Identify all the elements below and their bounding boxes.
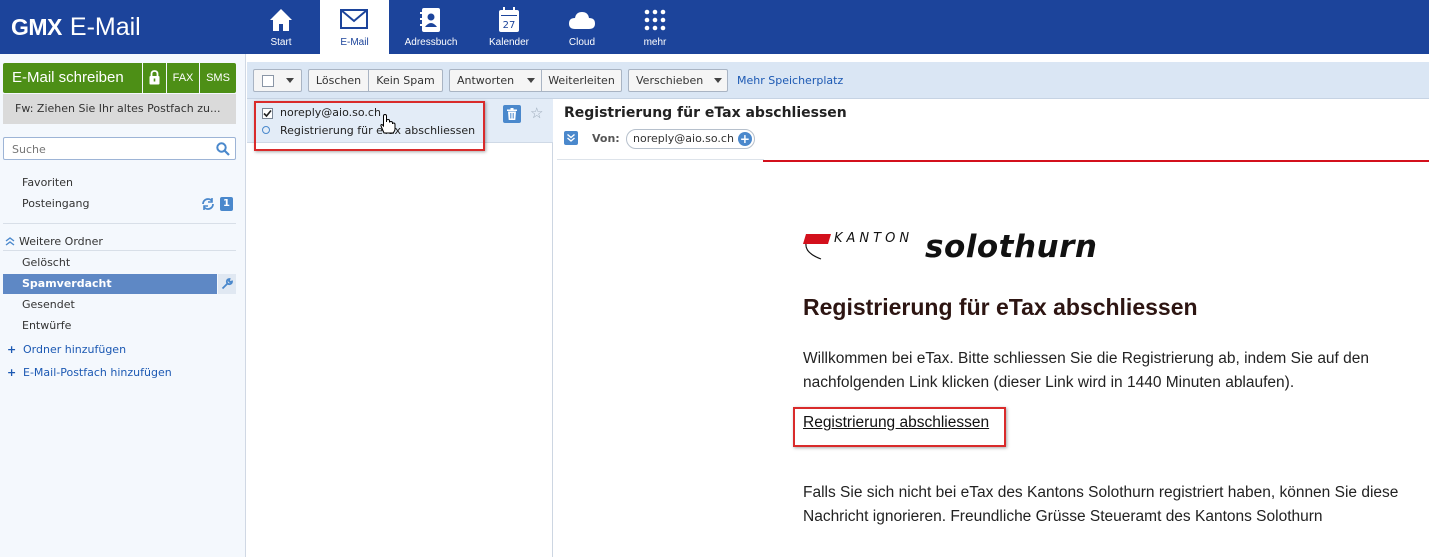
message-list: noreply@aio.so.ch Registrierung für eTax…: [247, 99, 553, 557]
sidebar-item-spamverdacht[interactable]: Spamverdacht: [3, 274, 217, 294]
reading-subject: Registrierung für eTax abschliessen: [564, 105, 847, 121]
double-chevron-down-icon: [567, 134, 575, 142]
divider: [3, 250, 236, 251]
highlight-box-link: [793, 407, 1006, 447]
move-label: Verschieben: [636, 74, 704, 87]
gmx-logo[interactable]: GMX E-Mail: [11, 12, 141, 45]
divider: [3, 223, 236, 224]
add-folder-link[interactable]: + Ordner hinzufügen: [7, 343, 126, 356]
solothurn-logo-icon: [803, 234, 831, 260]
lock-icon: [149, 70, 160, 85]
sidebar-item-posteingang[interactable]: Posteingang: [22, 197, 90, 210]
search-icon[interactable]: [216, 142, 230, 156]
add-mailbox-label: E-Mail-Postfach hinzufügen: [23, 366, 172, 379]
more-storage-link[interactable]: Mehr Speicherplatz: [737, 74, 843, 87]
divider: [557, 159, 764, 160]
sidebar-item-favoriten[interactable]: Favoriten: [22, 176, 73, 189]
weitere-ordner-label: Weitere Ordner: [19, 235, 103, 248]
product-name: E-Mail: [69, 13, 141, 41]
select-all-checkbox[interactable]: [262, 75, 274, 87]
not-spam-button[interactable]: Kein Spam: [369, 70, 442, 91]
cloud-icon: [569, 12, 595, 29]
grid-icon: [644, 9, 666, 31]
plus-icon: +: [7, 343, 17, 356]
add-folder-label: Ordner hinzufügen: [23, 343, 127, 356]
sms-button[interactable]: SMS: [200, 63, 236, 93]
addressbook-icon: [420, 8, 440, 32]
email-title: Registrierung für eTax abschliessen: [803, 294, 1198, 320]
move-dropdown[interactable]: Verschieben: [628, 69, 728, 92]
highlight-box-message: [254, 101, 485, 151]
delete-message-button[interactable]: [503, 105, 521, 123]
email-intro: Willkommen bei eTax. Bitte schliessen Si…: [803, 350, 1370, 391]
logo-kanton-text: KANTON: [834, 231, 914, 246]
top-bar: GMX E-Mail Start E-Mail Adressbuch 27 Kal…: [0, 0, 1429, 55]
calendar-day: 27: [503, 20, 516, 31]
select-all-dropdown[interactable]: [253, 69, 302, 92]
trash-icon: [507, 108, 517, 120]
plus-icon: +: [7, 366, 17, 379]
brand-name: GMX: [11, 14, 62, 40]
nav-cloud-label: Cloud: [568, 37, 596, 48]
sidebar-item-geloescht[interactable]: Gelöscht: [22, 256, 70, 269]
nav-mehr-label: mehr: [643, 37, 667, 48]
chevron-down-icon: [714, 78, 722, 83]
star-icon[interactable]: ☆: [530, 104, 543, 122]
left-sidebar: E-Mail schreiben FAX SMS Fw: Ziehen Sie …: [0, 54, 246, 557]
nav-adressbuch-label: Adressbuch: [404, 37, 458, 48]
nav-kalender[interactable]: 27 Kalender: [470, 0, 548, 54]
email-footer: Falls Sie sich nicht bei eTax des Kanton…: [803, 484, 1399, 525]
von-label: Von:: [592, 132, 620, 145]
delete-button[interactable]: Löschen: [309, 70, 368, 91]
expand-header-button[interactable]: [564, 131, 578, 145]
search-input[interactable]: [4, 139, 204, 160]
nav-start-label: Start: [270, 37, 292, 48]
chevron-down-icon: [286, 78, 294, 83]
wrench-icon: [221, 278, 233, 290]
search-box[interactable]: [3, 137, 236, 160]
refresh-icon[interactable]: [201, 197, 215, 211]
nav-email[interactable]: E-Mail: [320, 0, 389, 55]
nav-mehr[interactable]: mehr: [616, 0, 694, 54]
collapse-chevron-icon: [5, 237, 15, 246]
nav-adressbuch[interactable]: Adressbuch: [392, 0, 470, 54]
calendar-icon: 27: [499, 7, 519, 32]
reply-button[interactable]: Antworten: [450, 70, 526, 91]
sender-address: noreply@aio.so.ch: [633, 132, 734, 145]
forward-button[interactable]: Weiterleiten: [542, 70, 621, 91]
sidebar-item-entwuerfe[interactable]: Entwürfe: [22, 319, 71, 332]
chevron-down-icon[interactable]: [527, 78, 535, 83]
add-mailbox-link[interactable]: + E-Mail-Postfach hinzufügen: [7, 366, 172, 379]
fax-button[interactable]: FAX: [167, 63, 199, 93]
unread-count-badge: 1: [220, 197, 233, 211]
secure-mail-button[interactable]: [143, 63, 166, 93]
draft-notice[interactable]: Fw: Ziehen Sie Ihr altes Postfach zu...: [3, 94, 236, 124]
nav-start[interactable]: Start: [242, 0, 320, 54]
nav-email-label: E-Mail: [340, 37, 369, 48]
folder-settings-button[interactable]: [218, 274, 236, 294]
sidebar-item-gesendet[interactable]: Gesendet: [22, 298, 75, 311]
reply-forward-group: Antworten Weiterleiten: [449, 69, 622, 92]
weitere-ordner-toggle[interactable]: Weitere Ordner: [5, 235, 103, 248]
nav-cloud[interactable]: Cloud: [543, 0, 621, 54]
add-contact-icon[interactable]: +: [737, 132, 752, 146]
home-icon: [270, 9, 292, 31]
sender-chip[interactable]: noreply@aio.so.ch +: [626, 129, 755, 149]
brand-divider: [763, 160, 1429, 162]
envelope-icon: [340, 9, 368, 29]
nav-kalender-label: Kalender: [488, 37, 530, 48]
delete-spam-group: Löschen Kein Spam: [308, 69, 443, 92]
compose-button[interactable]: E-Mail schreiben: [3, 63, 142, 93]
logo-solothurn-text: solothurn: [925, 229, 1098, 265]
